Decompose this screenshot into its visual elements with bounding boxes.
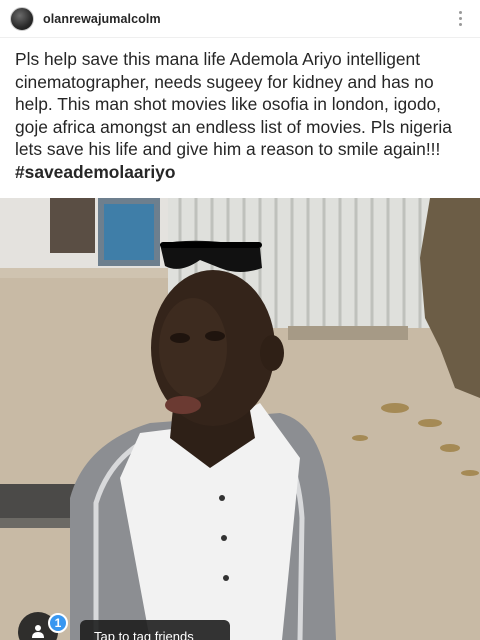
username[interactable]: olanrewajumalcolm	[43, 12, 161, 26]
person-tag-icon	[32, 625, 44, 638]
caption-text: Pls help save this mana life Ademola Ari…	[15, 49, 452, 160]
post-photo[interactable]: 1 Tap to tag friends	[0, 198, 480, 640]
tag-count-badge: 1	[48, 613, 68, 633]
more-options-icon[interactable]	[450, 7, 470, 31]
avatar[interactable]	[10, 6, 34, 31]
hashtag-link[interactable]: #saveademolaariyo	[15, 162, 175, 182]
tag-friends-tooltip[interactable]: Tap to tag friends	[80, 620, 230, 640]
post-header: olanrewajumalcolm	[0, 0, 480, 38]
post-caption: Pls help save this mana life Ademola Ari…	[0, 38, 480, 198]
